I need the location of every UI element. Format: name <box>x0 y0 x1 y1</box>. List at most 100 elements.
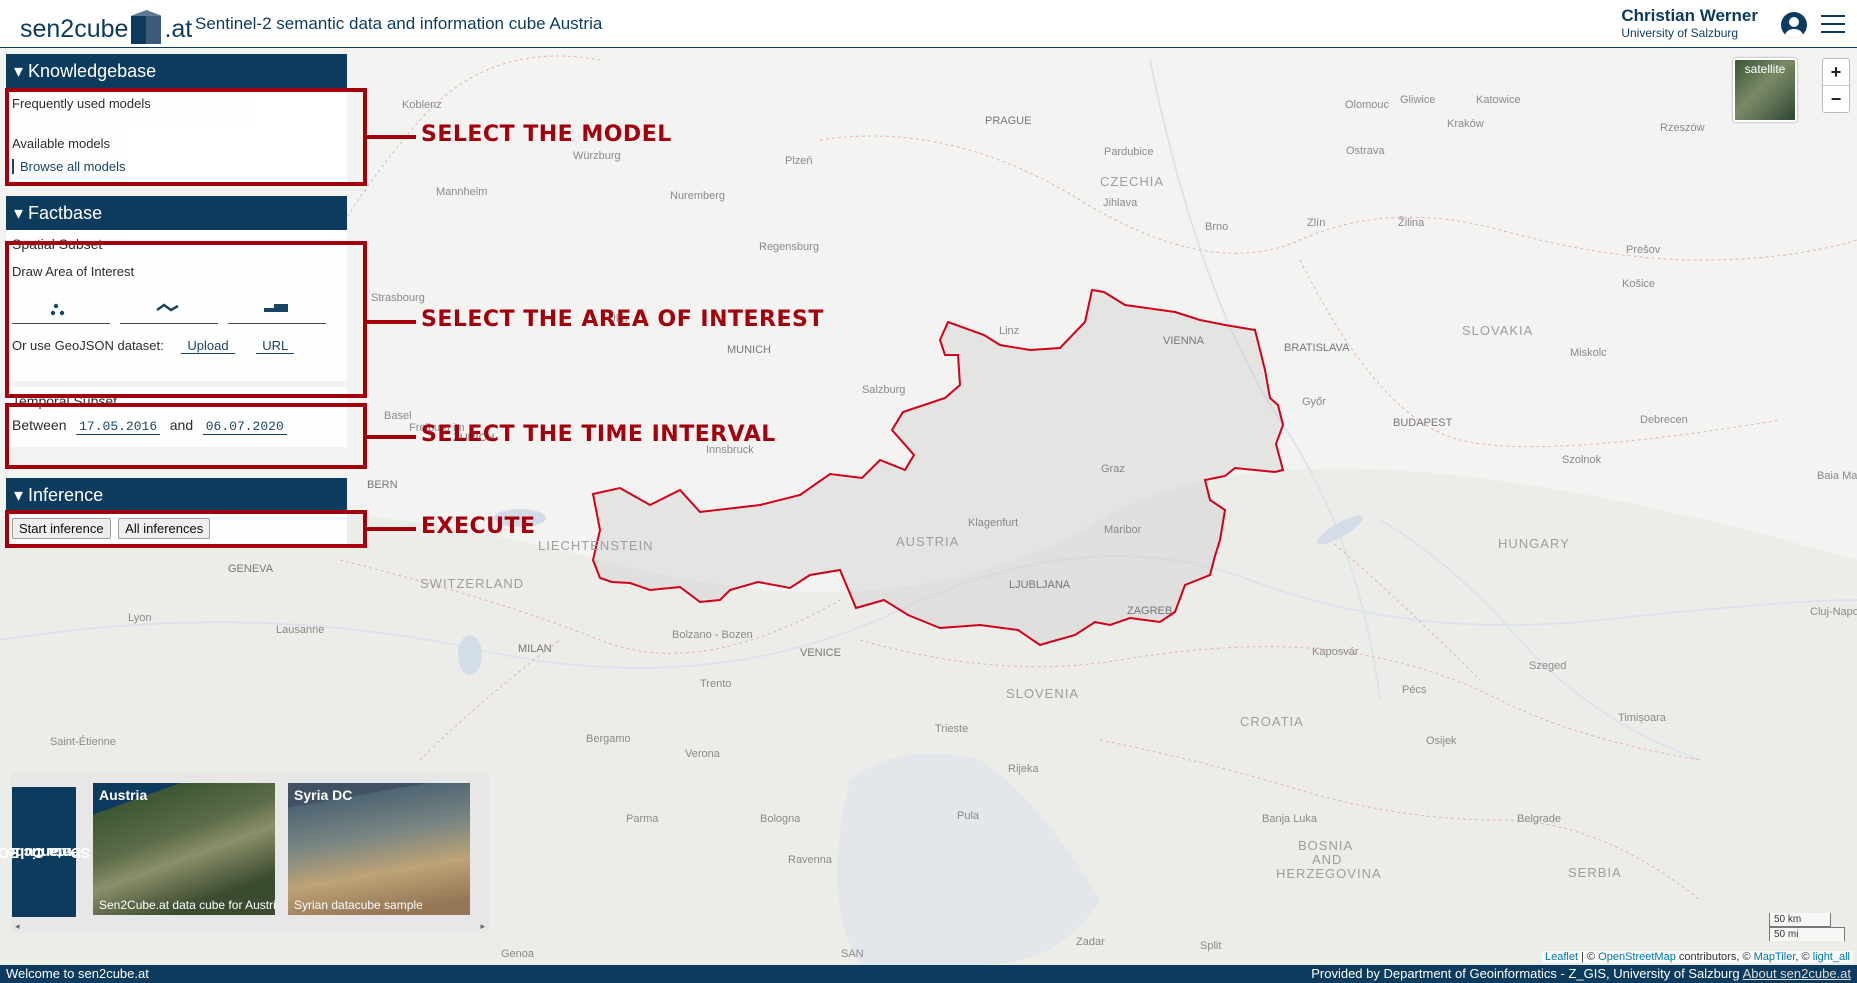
country-label: AND <box>1312 852 1343 867</box>
city-label: Gliwice <box>1400 94 1436 106</box>
city-label: Rijeka <box>1008 763 1039 775</box>
city-label: Bologna <box>760 813 801 825</box>
inference-header[interactable]: ▾ Inference <box>6 478 347 512</box>
city-label: LJUBLJANA <box>1009 579 1071 591</box>
city-label: Prešov <box>1626 244 1661 256</box>
city-label: Katowice <box>1476 94 1521 106</box>
city-label: Cluj-Napo <box>1810 606 1857 618</box>
horizontal-scrollbar[interactable]: ◂ ▸ <box>15 921 485 931</box>
footer-welcome: Welcome to sen2cube.at <box>6 966 149 981</box>
user-org: University of Salzburg <box>1621 26 1739 40</box>
city-label: Salzburg <box>862 384 906 396</box>
city-label: Verona <box>685 748 720 760</box>
city-label: MUNICH <box>727 344 771 356</box>
osm-link[interactable]: OpenStreetMap <box>1598 951 1676 963</box>
city-label: ZAGREB <box>1127 605 1173 617</box>
city-label: Koblenz <box>402 99 442 111</box>
city-label: Kaposvár <box>1312 646 1359 658</box>
annotation-select-model: SELECT THE MODEL <box>421 122 672 147</box>
city-label: Szeged <box>1529 660 1567 672</box>
city-label: Zlín <box>1307 217 1326 229</box>
city-label: Trieste <box>935 723 969 735</box>
city-label: BUDAPEST <box>1393 417 1453 429</box>
city-label: Osijek <box>1426 735 1457 747</box>
city-label: BRATISLAVA <box>1284 342 1350 354</box>
annotation-execute: EXECUTE <box>421 514 536 539</box>
city-label: Trento <box>700 678 732 690</box>
account-icon[interactable] <box>1781 12 1807 38</box>
city-label: Pula <box>957 810 980 822</box>
app-header: sen2cube .at Sentinel-2 semantic data an… <box>0 0 1857 48</box>
cube-logo-icon <box>131 10 162 44</box>
city-label: Lyon <box>128 612 152 624</box>
city-label: Győr <box>1302 396 1326 408</box>
about-link[interactable]: About sen2cube.at <box>1743 966 1851 981</box>
knowledgebase-header[interactable]: ▾ Knowledgebase <box>6 54 347 88</box>
city-label: Brno <box>1205 221 1229 233</box>
country-label: BOSNIA <box>1298 838 1354 853</box>
satellite-label: satellite <box>1744 62 1786 76</box>
city-label: Linz <box>999 325 1020 337</box>
country-label: CROATIA <box>1240 714 1304 729</box>
city-label: Olomouc <box>1345 99 1390 111</box>
hamburger-menu-icon[interactable] <box>1821 15 1845 33</box>
scale-km: 50 km <box>1769 913 1831 927</box>
city-label: Mannheim <box>436 186 488 198</box>
city-label: Jihlava <box>1103 197 1138 209</box>
city-label: Klagenfurt <box>968 517 1019 529</box>
scroll-left-icon[interactable]: ◂ <box>15 921 20 932</box>
zoom-control: + − <box>1822 58 1850 113</box>
light-all-link[interactable]: light_all <box>1813 951 1850 963</box>
city-label: VIENNA <box>1163 335 1204 347</box>
city-label: Bolzano - Bozen <box>672 629 753 641</box>
city-label: Timișoara <box>1618 712 1666 724</box>
scroll-right-icon[interactable]: ▸ <box>480 921 485 932</box>
city-label: Nuremberg <box>670 190 726 202</box>
city-label: Banja Luka <box>1262 813 1318 825</box>
city-label: Lausanne <box>276 624 325 636</box>
city-label: MILAN <box>518 643 552 655</box>
cube-title: Syria DC <box>294 787 353 803</box>
factbase-header[interactable]: ▾ Factbase <box>6 196 347 230</box>
data-cube-selector: Semantic EO Data Cube Austria Sen2Cube.at… <box>0 773 489 933</box>
app-title: Sentinel-2 semantic data and information… <box>195 14 603 33</box>
footer-provider: Provided by Department of Geoinformatics… <box>1311 966 1740 981</box>
cube-card-syria[interactable]: Syria DC Syrian datacube sample <box>288 783 470 915</box>
attribution-text: contributors, © <box>1675 951 1754 963</box>
annotation-box-model <box>5 88 367 186</box>
city-label: Belgrade <box>1517 813 1562 825</box>
country-label: SLOVAKIA <box>1462 323 1534 338</box>
zoom-in-button[interactable]: + <box>1823 59 1849 85</box>
annotation-connector <box>366 435 416 439</box>
cube-description: Sen2Cube.at data cube for Austria <box>99 898 275 912</box>
annotation-box-aoi <box>5 241 367 398</box>
country-label: SLOVENIA <box>1006 686 1080 701</box>
cube-card-austria[interactable]: Austria Sen2Cube.at data cube for Austri… <box>93 783 275 915</box>
sen2cube-logo[interactable]: sen2cube .at <box>20 4 192 44</box>
city-label: Ravenna <box>788 854 833 866</box>
annotation-select-aoi: SELECT THE AREA OF INTEREST <box>421 307 824 332</box>
leaflet-link[interactable]: Leaflet <box>1545 951 1578 963</box>
city-label: Kraków <box>1447 118 1484 130</box>
annotation-select-time: SELECT THE TIME INTERVAL <box>421 422 776 447</box>
attribution-text: , © <box>1795 951 1813 963</box>
city-label: Saint-Étienne <box>50 736 117 748</box>
zoom-out-button[interactable]: − <box>1823 85 1849 112</box>
annotation-box-execute <box>5 510 367 548</box>
satellite-layer-toggle[interactable]: satellite <box>1733 58 1797 122</box>
user-info[interactable]: Christian Werner University of Salzburg <box>1621 6 1758 40</box>
annotation-box-time <box>5 403 367 469</box>
city-label: Ostrava <box>1346 145 1385 157</box>
city-label: Plzeň <box>785 155 813 167</box>
annotation-connector <box>366 135 416 139</box>
app-footer: Welcome to sen2cube.at Provided by Depar… <box>0 965 1857 983</box>
city-label: VENICE <box>800 647 841 659</box>
city-label: Parma <box>626 813 659 825</box>
city-label: Debrecen <box>1640 414 1688 426</box>
scale-bar: 50 km 50 mi <box>1769 913 1845 941</box>
city-label: Bergamo <box>586 733 631 745</box>
attribution-text: | © <box>1578 951 1599 963</box>
maptiler-link[interactable]: MapTiler <box>1754 951 1796 963</box>
city-label: Genoa <box>501 948 535 960</box>
country-label: HERZEGOVINA <box>1276 866 1382 881</box>
